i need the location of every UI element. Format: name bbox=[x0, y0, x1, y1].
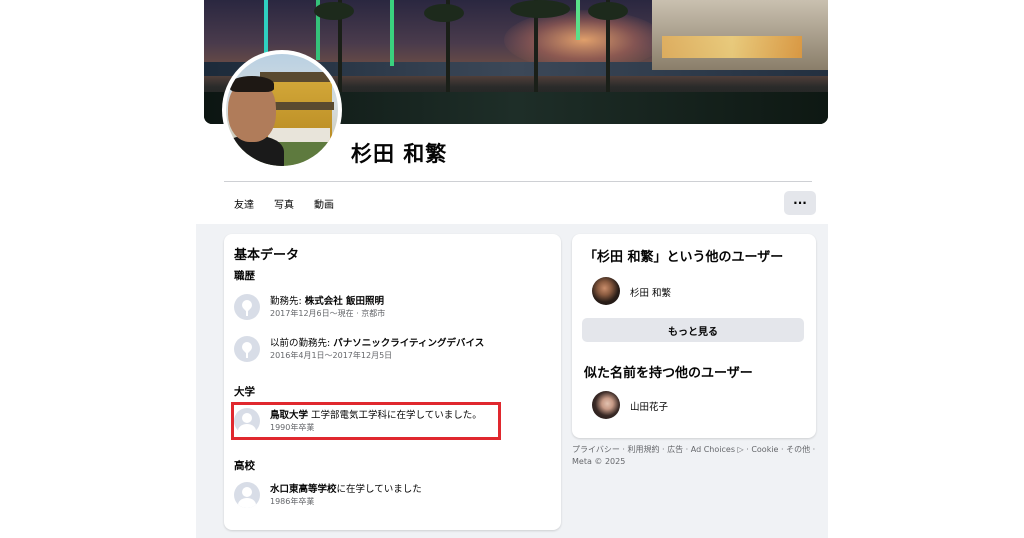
profile-page: 杉田 和繁 友達 写真 動画 ··· 基本データ 職歴 勤務先: 株式会社 飯田… bbox=[196, 0, 828, 538]
highschool-link[interactable]: 水口東高等学校 bbox=[270, 484, 337, 495]
profile-name: 杉田 和繁 bbox=[351, 142, 448, 166]
footer-more-link[interactable]: その他 bbox=[786, 445, 810, 454]
tab-photos[interactable]: 写真 bbox=[264, 190, 304, 216]
highschool-section-title: 高校 bbox=[234, 460, 255, 472]
footer-cookie-link[interactable]: Cookie bbox=[751, 445, 778, 454]
user-avatar bbox=[592, 391, 620, 419]
more-options-button[interactable]: ··· bbox=[784, 191, 816, 215]
header-divider bbox=[224, 181, 812, 182]
tab-videos[interactable]: 動画 bbox=[304, 190, 344, 216]
highlight-box bbox=[231, 402, 501, 440]
similar-name-user[interactable]: 山田花子 bbox=[592, 390, 802, 420]
similar-name-title: 似た名前を持つ他のユーザー bbox=[584, 366, 753, 381]
person-icon bbox=[234, 482, 260, 508]
user-avatar bbox=[592, 277, 620, 305]
work-org-link[interactable]: 株式会社 飯田照明 bbox=[305, 296, 384, 307]
highschool-entry: 水口東高等学校に在学していました 1986年卒業 bbox=[234, 480, 554, 510]
resort-building bbox=[652, 0, 828, 70]
footer-links: プライバシー · 利用規約 · 広告 · Ad Choices ▷ · Cook… bbox=[572, 445, 816, 466]
work-icon bbox=[234, 294, 260, 320]
footer-privacy-link[interactable]: プライバシー bbox=[572, 445, 620, 454]
tab-friends[interactable]: 友達 bbox=[224, 190, 264, 216]
profile-header: 杉田 和繁 友達 写真 動画 ··· bbox=[196, 0, 828, 224]
profile-tabs: 友達 写真 動画 bbox=[224, 190, 344, 216]
footer-ads-link[interactable]: 広告 bbox=[667, 445, 683, 454]
footer-copyright: Meta © 2025 bbox=[572, 457, 626, 466]
same-name-title: 「杉田 和繁」という他のユーザー bbox=[584, 250, 784, 265]
other-users-card: 「杉田 和繁」という他のユーザー 杉田 和繁 もっと見る 似た名前を持つ他のユー… bbox=[572, 234, 816, 438]
profile-avatar[interactable] bbox=[226, 54, 338, 166]
work-org-link[interactable]: パナソニックライティングデバイス bbox=[333, 338, 484, 349]
university-section-title: 大学 bbox=[234, 386, 255, 398]
footer-adchoices-link[interactable]: Ad Choices ▷ bbox=[691, 445, 744, 454]
same-name-user[interactable]: 杉田 和繁 bbox=[592, 276, 802, 306]
footer-terms-link[interactable]: 利用規約 bbox=[627, 445, 659, 454]
work-icon bbox=[234, 336, 260, 362]
work-entry: 以前の勤務先: パナソニックライティングデバイス 2016年4月1日～2017年… bbox=[234, 334, 554, 364]
about-title: 基本データ bbox=[234, 248, 300, 263]
work-section-title: 職歴 bbox=[234, 270, 255, 282]
about-card: 基本データ 職歴 勤務先: 株式会社 飯田照明 2017年12月6日～現在 · … bbox=[224, 234, 561, 530]
see-more-button[interactable]: もっと見る bbox=[582, 318, 804, 342]
work-entry: 勤務先: 株式会社 飯田照明 2017年12月6日～現在 · 京都市 bbox=[234, 292, 554, 322]
